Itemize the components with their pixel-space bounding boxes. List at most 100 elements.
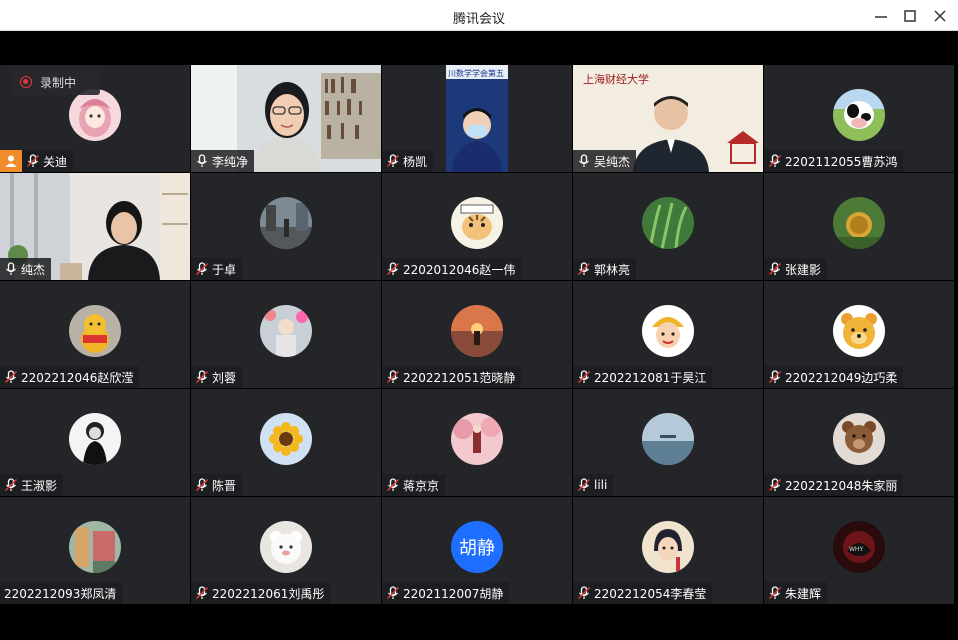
close-button[interactable] bbox=[930, 6, 950, 26]
participant-nametag: 张建影 bbox=[764, 258, 828, 280]
participant-tile[interactable]: 2202212046赵欣滢 bbox=[0, 281, 190, 388]
participant-avatar bbox=[69, 304, 121, 357]
participant-nametag: 2202112055曹苏鸿 bbox=[764, 150, 904, 172]
participant-nametag: 于卓 bbox=[191, 258, 243, 280]
participant-nametag: 2202212061刘禹彤 bbox=[191, 582, 331, 604]
participant-name: 李纯净 bbox=[212, 154, 249, 169]
participant-tile[interactable]: 川数学学会第五杨凯 bbox=[382, 65, 572, 172]
microphone-muted-icon bbox=[195, 370, 209, 384]
microphone-muted-icon bbox=[4, 478, 18, 492]
participant-nametag: 2202212051范晓静 bbox=[382, 366, 522, 388]
participant-name: 陈晋 bbox=[212, 478, 237, 493]
participant-nametag: 2202012046赵一伟 bbox=[382, 258, 522, 280]
close-icon bbox=[934, 10, 946, 22]
participant-tile[interactable]: 2202212054李春莹 bbox=[573, 497, 763, 604]
participant-avatar: WHY bbox=[833, 520, 885, 573]
minimize-button[interactable] bbox=[871, 6, 891, 26]
participant-nametag: 杨凯 bbox=[382, 150, 434, 172]
participant-avatar bbox=[833, 88, 885, 141]
participant-avatar bbox=[451, 196, 503, 249]
participant-name: 刘蓉 bbox=[212, 370, 237, 385]
participant-name: 2202212048朱家丽 bbox=[785, 478, 898, 493]
participant-tile[interactable]: 蒋京京 bbox=[382, 389, 572, 496]
participant-tile[interactable]: 郭林亮 bbox=[573, 173, 763, 280]
maximize-icon bbox=[904, 10, 916, 22]
participant-nametag: 2202212054李春莹 bbox=[573, 582, 713, 604]
participant-name: 于卓 bbox=[212, 262, 237, 277]
participant-tile[interactable]: 2202212049边巧柔 bbox=[764, 281, 954, 388]
microphone-muted-icon bbox=[26, 154, 40, 168]
meeting-stage: 录制中 关迪 李纯净 川数学学会第五 杨凯 上海财经大学 吴纯杰 2202112055曹苏鸿… bbox=[0, 31, 955, 640]
microphone-muted-icon bbox=[195, 478, 209, 492]
participant-nametag: 2202212049边巧柔 bbox=[764, 366, 904, 388]
maximize-button[interactable] bbox=[900, 6, 920, 26]
participant-nametag: 陈晋 bbox=[191, 474, 243, 496]
participant-name: lili bbox=[594, 478, 608, 492]
participant-nametag: 吴纯杰 bbox=[573, 150, 637, 172]
microphone-muted-icon bbox=[577, 262, 591, 276]
microphone-muted-icon bbox=[768, 262, 782, 276]
participant-name: 2202112055曹苏鸿 bbox=[785, 154, 898, 169]
participant-tile[interactable]: WHY 朱建辉 bbox=[764, 497, 954, 604]
participant-tile[interactable]: 胡静 2202112007胡静 bbox=[382, 497, 572, 604]
participant-tile[interactable]: 2202112055曹苏鸿 bbox=[764, 65, 954, 172]
participant-tile[interactable]: 2202212048朱家丽 bbox=[764, 389, 954, 496]
participant-name: 2202212046赵欣滢 bbox=[21, 370, 134, 385]
host-icon bbox=[0, 150, 22, 172]
participant-nametag: 关迪 bbox=[22, 150, 74, 172]
microphone-muted-icon bbox=[4, 370, 18, 384]
microphone-muted-icon bbox=[195, 262, 209, 276]
participant-tile[interactable]: 陈晋 bbox=[191, 389, 381, 496]
microphone-muted-icon bbox=[195, 586, 209, 600]
participant-tile[interactable]: 2202012046赵一伟 bbox=[382, 173, 572, 280]
recording-label: 录制中 bbox=[40, 75, 77, 90]
participant-nametag: 2202112007胡静 bbox=[382, 582, 510, 604]
participant-nametag: 刘蓉 bbox=[191, 366, 243, 388]
participant-tile[interactable]: 2202212093郑凤清 bbox=[0, 497, 190, 604]
participant-nametag: 王淑影 bbox=[0, 474, 64, 496]
participant-tile[interactable]: 2202212051范晓静 bbox=[382, 281, 572, 388]
microphone-muted-icon bbox=[768, 154, 782, 168]
minimize-icon bbox=[875, 16, 887, 18]
participant-tile[interactable]: 李纯净 bbox=[191, 65, 381, 172]
participant-name: 张建影 bbox=[785, 262, 822, 277]
participant-tile[interactable]: 张建影 bbox=[764, 173, 954, 280]
recording-badge[interactable]: 录制中 bbox=[12, 69, 100, 95]
participant-tile[interactable]: lili bbox=[573, 389, 763, 496]
participant-tile[interactable]: 2202212061刘禹彤 bbox=[191, 497, 381, 604]
participant-nametag: 2202212046赵欣滢 bbox=[0, 366, 140, 388]
participant-tile[interactable]: 刘蓉 bbox=[191, 281, 381, 388]
participant-nametag: 郭林亮 bbox=[573, 258, 637, 280]
participant-avatar bbox=[833, 304, 885, 357]
microphone-muted-icon bbox=[386, 370, 400, 384]
participant-name: 2202212061刘禹彤 bbox=[212, 586, 325, 601]
record-icon bbox=[20, 76, 32, 88]
participant-tile[interactable]: 上海财经大学吴纯杰 bbox=[573, 65, 763, 172]
microphone-muted-icon bbox=[577, 586, 591, 600]
participant-name: 2202012046赵一伟 bbox=[403, 262, 516, 277]
participant-name: 2202212049边巧柔 bbox=[785, 370, 898, 385]
microphone-icon bbox=[579, 154, 589, 167]
participant-tile[interactable]: 纯杰 bbox=[0, 173, 190, 280]
participant-nametag: 纯杰 bbox=[0, 258, 52, 280]
participant-name: 2202212093郑凤清 bbox=[4, 586, 117, 601]
participant-avatar bbox=[260, 412, 312, 465]
window-title: 腾讯会议 bbox=[452, 12, 505, 27]
participant-tile[interactable]: 王淑影 bbox=[0, 389, 190, 496]
microphone-muted-icon bbox=[768, 370, 782, 384]
svg-text:WHY: WHY bbox=[849, 546, 863, 553]
participant-grid: 关迪 李纯净 川数学学会第五 杨凯 上海财经大学 吴纯杰 2202112055曹苏鸿 纯杰 于卓… bbox=[0, 65, 955, 604]
participant-name: 杨凯 bbox=[403, 154, 428, 169]
participant-tile[interactable]: 2202212081于昊江 bbox=[573, 281, 763, 388]
participant-tile[interactable]: 于卓 bbox=[191, 173, 381, 280]
participant-nametag: 朱建辉 bbox=[764, 582, 828, 604]
svg-text:上海财经大学: 上海财经大学 bbox=[583, 72, 649, 86]
microphone-icon bbox=[6, 262, 16, 275]
participant-nametag: 蒋京京 bbox=[382, 474, 446, 496]
microphone-muted-icon bbox=[768, 586, 782, 600]
participant-avatar bbox=[451, 412, 503, 465]
participant-name: 2202112007胡静 bbox=[403, 586, 504, 601]
participant-name: 王淑影 bbox=[21, 478, 58, 493]
svg-text:川数学学会第五: 川数学学会第五 bbox=[448, 68, 504, 78]
participant-avatar bbox=[451, 304, 503, 357]
